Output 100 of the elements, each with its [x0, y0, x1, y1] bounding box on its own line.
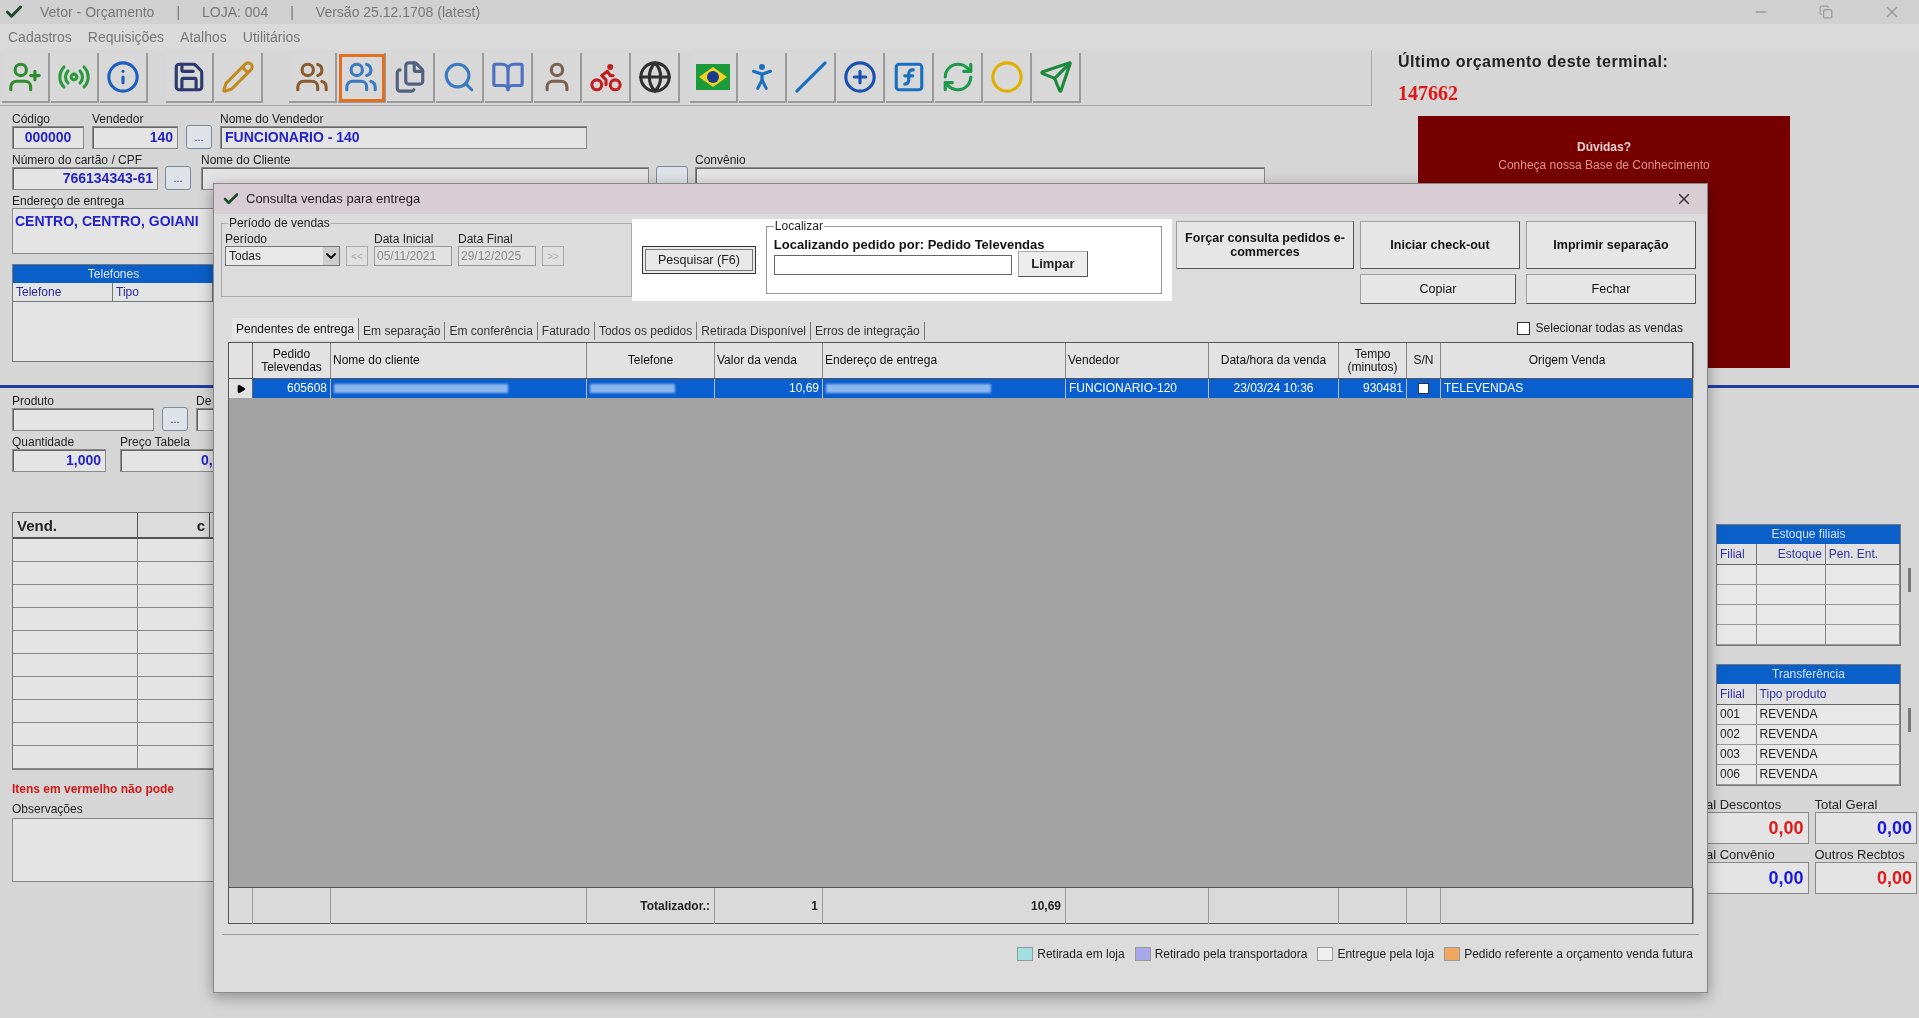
group-title: Período de vendas	[228, 216, 331, 230]
column-header: Vend.	[13, 513, 138, 537]
column-header: Valor da venda	[715, 343, 823, 378]
tab[interactable]: Erros de integração	[811, 322, 925, 340]
clear-button[interactable]: Limpar	[1017, 251, 1088, 277]
table-cell: 10,69	[715, 379, 823, 398]
dialog-title: Consulta vendas para entrega	[246, 190, 421, 209]
search-button[interactable]: Pesquisar (F6)	[642, 246, 756, 274]
scrollbar-thumb[interactable]	[1907, 708, 1911, 732]
field-label: Data Final	[458, 232, 513, 246]
total-value: 0,00	[1768, 816, 1804, 840]
field-label: Total Geral	[1814, 798, 1878, 812]
column-header: Origem Venda	[1441, 343, 1694, 378]
total-cell: Totalizador.:	[587, 888, 715, 924]
table-cell: TELEVENDAS	[1441, 379, 1694, 398]
action-button[interactable]: Copiar	[1360, 274, 1516, 304]
toolbar-button[interactable]	[632, 52, 680, 103]
toolbar-button[interactable]	[387, 52, 435, 103]
table-cell: 930481	[1339, 379, 1407, 398]
table-cell: 002	[1717, 725, 1757, 744]
checkbox[interactable]	[1418, 383, 1429, 394]
total-value: 0,00	[1876, 816, 1912, 840]
column-header: Telefone	[13, 283, 113, 301]
info-icon	[106, 59, 140, 94]
tab[interactable]: Pendentes de entrega	[232, 318, 360, 340]
action-button[interactable]: Imprimir separação	[1526, 221, 1696, 269]
field-label: Vendedor	[92, 112, 144, 126]
column-header: S/N	[1407, 343, 1441, 378]
legend-label: Retirado pela transportadora	[1154, 946, 1308, 963]
column-header: Pen. Ent.	[1825, 544, 1900, 564]
table-cell: 001	[1717, 705, 1757, 724]
group-title: Localizar	[773, 219, 824, 233]
field-label: Nome do Vendedor	[220, 112, 324, 126]
window-title: |	[290, 2, 294, 22]
tab[interactable]: Faturado	[537, 322, 595, 340]
toolbar-button[interactable]	[583, 52, 631, 103]
toolbar-button[interactable]	[166, 52, 214, 103]
period-dropdown[interactable]: Todas	[225, 246, 340, 266]
table-title: Telefones	[13, 265, 214, 283]
column-header: Endereço de entrega	[823, 343, 1066, 378]
row-pointer-icon	[235, 383, 246, 394]
lookup-button[interactable]: ...	[165, 166, 191, 190]
column-header: c	[138, 513, 210, 537]
tab[interactable]: Retirada Disponível	[697, 322, 811, 340]
field-label: Convênio	[695, 153, 746, 167]
table-title: Estoque filiais	[1717, 525, 1900, 544]
legend-label: Pedido referente a orçamento venda futura	[1464, 946, 1693, 963]
restore-icon[interactable]	[1819, 5, 1833, 19]
checkbox[interactable]	[1516, 321, 1530, 335]
action-button[interactable]: Iniciar check-out	[1360, 221, 1520, 269]
column-header: Pedido Televendas	[253, 343, 331, 378]
toolbar-button[interactable]	[289, 52, 337, 103]
lookup-button[interactable]: ...	[186, 125, 212, 149]
toolbar-button[interactable]	[534, 52, 582, 103]
table-cell: 003	[1717, 745, 1757, 764]
field-label: Nome do Cliente	[201, 153, 291, 167]
input-field[interactable]: 000000	[12, 126, 84, 149]
window-title: LOJA: 004	[202, 2, 269, 22]
slash-icon	[794, 59, 828, 94]
toolbar-button[interactable]	[837, 52, 885, 103]
field-label: De	[196, 394, 212, 408]
grid-row[interactable]: 605608 10,69 FUNCIONARIO-120 23/03/24 10:36 930481 TELEVENDAS	[229, 379, 1692, 398]
tab[interactable]: Em conferência	[445, 322, 538, 340]
input-field[interactable]	[12, 408, 154, 431]
window-title: |	[176, 2, 181, 22]
column-header: Telefone	[587, 343, 715, 378]
action-button[interactable]: Forçar consulta pedidos e-commerces	[1176, 221, 1354, 269]
tab[interactable]: Todos os pedidos	[594, 322, 698, 340]
input-field[interactable]: FUNCIONARIO - 140	[220, 126, 587, 149]
field-label: Preço Tabela	[120, 435, 190, 449]
table-cell: REVENDA	[1756, 765, 1900, 784]
scrollbar-thumb[interactable]	[1907, 568, 1911, 592]
last-quote-label: Último orçamento deste terminal:	[1398, 51, 1670, 72]
pencil-icon	[221, 59, 255, 94]
table-cell: 605608	[253, 379, 331, 398]
lookup-button[interactable]: ...	[162, 407, 188, 431]
globe-icon	[638, 59, 672, 94]
last-quote-number: 147662	[1398, 81, 1459, 106]
checkbox-label: Selecionar todas as vendas	[1535, 320, 1683, 337]
window-title: Vetor - Orçamento	[40, 2, 155, 22]
column-header: Filial	[1717, 684, 1757, 704]
table-cell: FUNCIONARIO-120	[1066, 379, 1209, 398]
toolbar-button[interactable]	[690, 52, 738, 103]
total-value: 0,00	[1768, 866, 1804, 890]
column-header: Estoque	[1756, 544, 1826, 564]
input-field[interactable]: 140	[92, 126, 178, 149]
search-caption: Localizando pedido por: Pedido Televendas	[773, 237, 1046, 253]
field-label: Quantidade	[12, 435, 75, 449]
legend-label: Entregue pela loja	[1337, 946, 1435, 963]
total-cell: 1	[715, 888, 823, 924]
input-field[interactable]: 1,000	[12, 449, 106, 472]
documents-icon	[393, 59, 427, 94]
action-button[interactable]: Fechar	[1526, 274, 1696, 304]
toolbar-button[interactable]	[100, 52, 148, 103]
field-label: Data Inicial	[374, 232, 434, 246]
tab[interactable]: Em separação	[359, 322, 446, 340]
table-title: Transferência	[1717, 665, 1900, 684]
search-field[interactable]	[773, 255, 1012, 275]
column-header: Data/hora da venda	[1209, 343, 1339, 378]
input-field[interactable]: 766134343-61	[12, 167, 158, 190]
